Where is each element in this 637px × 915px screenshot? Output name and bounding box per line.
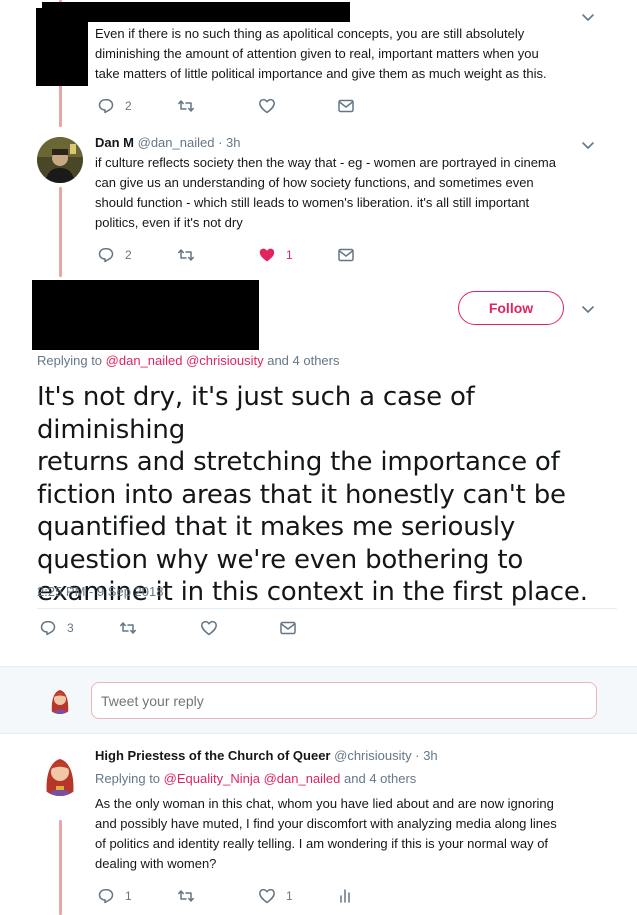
tweet-actions: 2 1 xyxy=(97,245,377,265)
tweet-actions: 2 xyxy=(97,96,377,116)
reply-icon xyxy=(40,621,56,636)
envelope-icon xyxy=(338,99,354,113)
reply-icon xyxy=(98,99,114,114)
tweet-time[interactable]: · 3h xyxy=(415,748,437,763)
tweet-time[interactable]: · 3h xyxy=(218,135,240,150)
retweet-icon xyxy=(178,249,194,261)
follow-button[interactable]: Follow xyxy=(458,291,564,325)
reply-count: 1 xyxy=(125,889,132,903)
mention-links[interactable]: @dan_nailed @chrisiousity xyxy=(106,353,264,368)
tweet-header: High Priestess of the Church of Queer @c… xyxy=(95,748,438,763)
like-button[interactable] xyxy=(200,618,218,638)
avatar[interactable] xyxy=(37,750,83,796)
reply-count: 3 xyxy=(67,621,74,635)
thread-connector xyxy=(59,187,62,277)
user-handle[interactable]: @chrisiousity xyxy=(334,748,412,763)
reply-count: 2 xyxy=(125,248,132,262)
replying-to: Replying to @Equality_Ninja @dan_nailed … xyxy=(95,771,417,786)
tweet-timestamp[interactable]: 2:25 PM - 9 Sep 2018 xyxy=(37,584,163,599)
redacted-block xyxy=(32,280,259,350)
mention-links[interactable]: @Equality_Ninja @dan_nailed xyxy=(164,771,341,786)
message-button[interactable] xyxy=(337,96,355,116)
envelope-icon xyxy=(338,248,354,262)
message-button[interactable] xyxy=(279,618,297,638)
chevron-down-icon[interactable] xyxy=(580,137,596,153)
reply-icon xyxy=(98,248,114,263)
heart-filled-icon xyxy=(259,248,275,262)
retweet-button[interactable] xyxy=(177,96,195,116)
tweet-text: As the only woman in this chat, whom you… xyxy=(95,796,557,871)
reply-input[interactable] xyxy=(91,682,597,719)
retweet-button[interactable] xyxy=(119,618,137,638)
envelope-icon xyxy=(280,621,296,635)
like-button[interactable]: 1 xyxy=(258,886,293,906)
like-button[interactable]: 1 xyxy=(258,245,293,265)
retweet-button[interactable] xyxy=(177,245,195,265)
reply-count: 2 xyxy=(125,99,132,113)
like-button[interactable] xyxy=(258,96,276,116)
redacted-block xyxy=(42,2,350,22)
heart-icon xyxy=(201,620,217,636)
tweet-actions: 1 1 xyxy=(97,886,377,906)
message-button[interactable] xyxy=(337,245,355,265)
analytics-button[interactable] xyxy=(337,886,355,906)
display-name[interactable]: High Priestess of the Church of Queer xyxy=(95,748,331,763)
reply-button[interactable]: 2 xyxy=(97,245,132,265)
replying-to: Replying to @dan_nailed @chrisiousity an… xyxy=(37,353,340,368)
thread-connector xyxy=(59,820,62,915)
heart-icon xyxy=(259,98,275,114)
redacted-block xyxy=(36,8,88,86)
retweet-icon xyxy=(120,622,136,634)
retweet-icon xyxy=(178,890,194,902)
main-tweet-text: It's not dry, it's just such a case of d… xyxy=(37,382,588,607)
display-name[interactable]: Dan M xyxy=(95,135,134,150)
reply-button[interactable]: 2 xyxy=(97,96,132,116)
user-handle[interactable]: @dan_nailed xyxy=(138,135,215,150)
tweet-text: Even if there is no such thing as apolit… xyxy=(95,26,547,81)
reply-button[interactable]: 1 xyxy=(97,886,132,906)
tweet-text: if culture reflects society then the way… xyxy=(95,155,556,230)
avatar xyxy=(45,684,75,714)
avatar[interactable] xyxy=(37,137,83,183)
tweet-header: Dan M @dan_nailed · 3h xyxy=(95,135,240,150)
reply-button[interactable]: 3 xyxy=(39,618,74,638)
reply-icon xyxy=(98,889,114,904)
retweet-button[interactable] xyxy=(177,886,195,906)
like-count: 1 xyxy=(286,248,293,262)
retweet-icon xyxy=(178,100,194,112)
like-count: 1 xyxy=(286,889,293,903)
chevron-down-icon[interactable] xyxy=(580,9,596,25)
analytics-icon xyxy=(340,889,350,903)
heart-icon xyxy=(259,888,275,904)
tweet-actions: 3 xyxy=(39,618,319,638)
chevron-down-icon[interactable] xyxy=(580,301,596,317)
divider xyxy=(37,608,617,609)
